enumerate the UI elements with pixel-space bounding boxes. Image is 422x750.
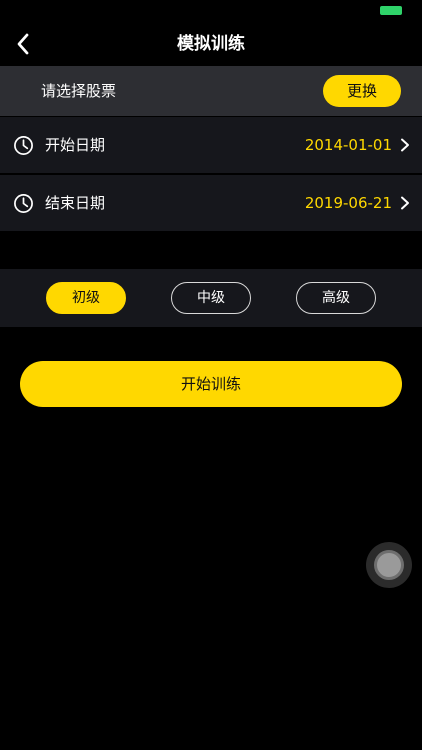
- status-bar: [0, 0, 422, 22]
- nav-bar: 模拟训练: [0, 22, 422, 66]
- change-stock-button[interactable]: 更换: [323, 75, 401, 107]
- back-button[interactable]: [6, 26, 40, 62]
- level-button-advanced[interactable]: 高级: [296, 282, 376, 314]
- end-date-row[interactable]: 结束日期 2019-06-21: [0, 175, 422, 231]
- battery-icon: [380, 6, 402, 15]
- difficulty-selector: 初级 中级 高级: [0, 269, 422, 327]
- stock-select-label: 请选择股票: [41, 82, 117, 100]
- stock-select-row: 请选择股票 更换: [0, 66, 422, 116]
- start-date-value: 2014-01-01: [304, 136, 392, 154]
- chevron-right-icon: [401, 138, 409, 152]
- level-button-beginner[interactable]: 初级: [46, 282, 126, 314]
- assistive-touch-icon: [374, 550, 404, 580]
- clock-icon: [14, 136, 33, 155]
- assistive-touch-button[interactable]: [366, 542, 412, 588]
- end-date-label: 结束日期: [45, 194, 106, 212]
- start-date-label: 开始日期: [45, 136, 106, 154]
- chevron-right-icon: [401, 196, 409, 210]
- chevron-left-icon: [17, 33, 29, 55]
- start-training-button[interactable]: 开始训练: [20, 361, 402, 407]
- start-date-row[interactable]: 开始日期 2014-01-01: [0, 117, 422, 173]
- clock-icon: [14, 194, 33, 213]
- page-title: 模拟训练: [177, 34, 245, 54]
- end-date-value: 2019-06-21: [304, 194, 392, 212]
- screen: 模拟训练 请选择股票 更换 开始日期 2014-01-01 结束日期 2019-…: [0, 0, 422, 750]
- level-button-intermediate[interactable]: 中级: [171, 282, 251, 314]
